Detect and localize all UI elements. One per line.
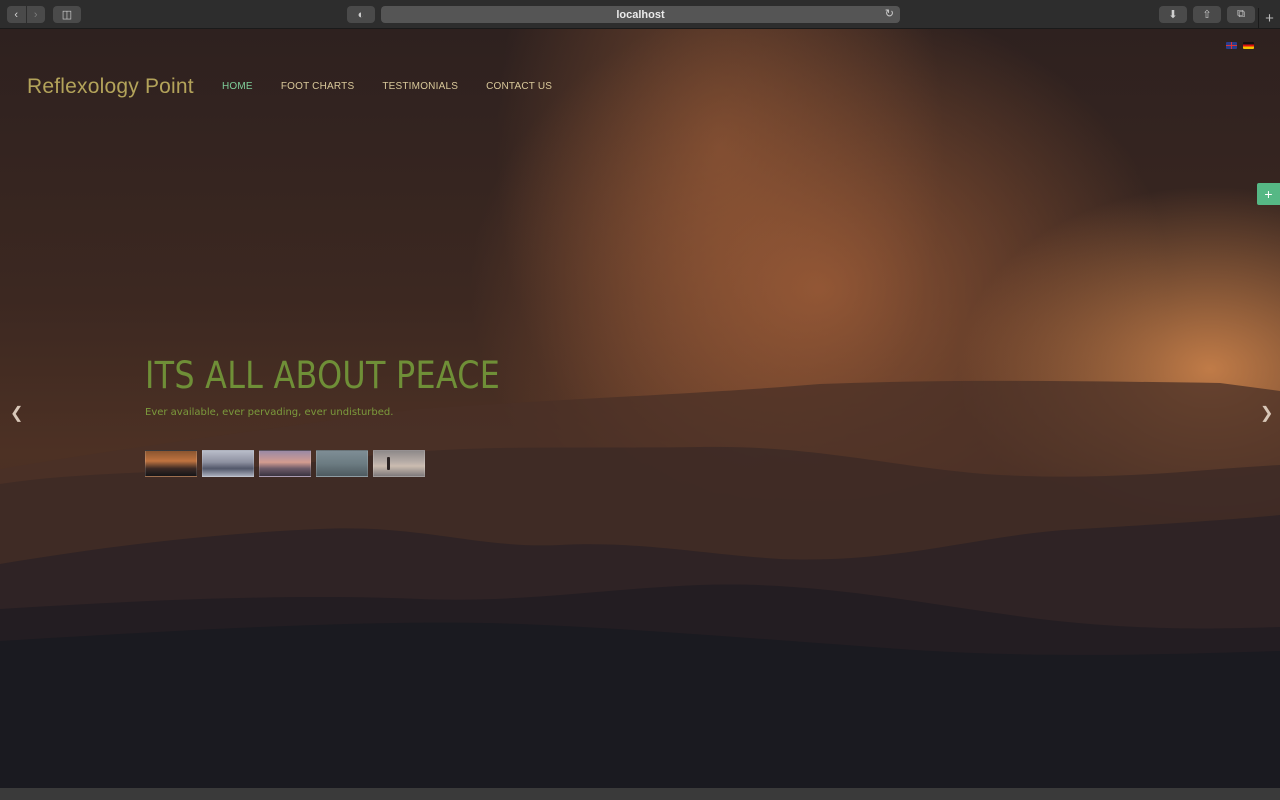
nav-contact-us[interactable]: CONTACT US [486, 81, 552, 92]
hero-subtitle: Ever available, ever pervading, ever und… [145, 407, 394, 418]
slider-prev-button[interactable]: ❮ [10, 403, 23, 423]
slide-thumbnail[interactable] [373, 450, 425, 477]
share-icon: ⇧ [1202, 9, 1212, 21]
plus-icon: + [1265, 10, 1274, 27]
nav-home[interactable]: HOME [222, 81, 253, 92]
chevron-left-icon: ❮ [10, 405, 24, 422]
slider-next-button[interactable]: ❯ [1260, 403, 1273, 423]
language-german-flag[interactable] [1243, 42, 1254, 49]
tabs-icon: ⧉ [1237, 8, 1245, 20]
slide-thumbnail[interactable] [316, 450, 368, 477]
slide-thumbnail[interactable] [145, 450, 197, 477]
download-icon: ⬇ [1168, 9, 1178, 21]
language-english-flag[interactable] [1226, 42, 1237, 49]
main-nav: HOME FOOT CHARTS TESTIMONIALS CONTACT US [222, 81, 552, 92]
sidebar-button[interactable]: ◫ [53, 6, 81, 23]
history-nav: ‹ › [7, 6, 45, 23]
sidebar-icon: ◫ [61, 9, 73, 21]
privacy-icon: ◐ [357, 8, 365, 21]
share-button[interactable]: ⇧ [1193, 6, 1221, 23]
url-text: localhost [616, 8, 665, 21]
back-button[interactable]: ‹ [7, 6, 26, 23]
address-bar[interactable]: localhost ↻ [381, 6, 900, 23]
nav-foot-charts[interactable]: FOOT CHARTS [281, 81, 355, 92]
plus-icon: + [1264, 186, 1273, 202]
site-logo[interactable]: Reflexology Point [27, 75, 194, 99]
nav-testimonials[interactable]: TESTIMONIALS [382, 81, 458, 92]
reload-icon[interactable]: ↻ [885, 7, 894, 20]
page-bottom-strip [0, 788, 1280, 800]
slide-thumbnail[interactable] [259, 450, 311, 477]
chevron-right-icon: ❯ [1260, 405, 1274, 422]
slider-thumbnails [145, 450, 425, 477]
hero-section: Reflexology Point HOME FOOT CHARTS TESTI… [0, 29, 1280, 800]
downloads-button[interactable]: ⬇ [1159, 6, 1187, 23]
tabs-overview-button[interactable]: ⧉ [1227, 6, 1255, 23]
forward-button[interactable]: › [25, 6, 46, 23]
side-panel-toggle-button[interactable]: + [1257, 183, 1280, 205]
slide-thumbnail[interactable] [202, 450, 254, 477]
privacy-button[interactable]: ◐ [347, 6, 375, 23]
browser-toolbar: ‹ › ◫ ◐ localhost ↻ ⬇ ⇧ ⧉ + [0, 0, 1280, 29]
new-tab-button[interactable]: + [1258, 8, 1280, 29]
hero-title: ITS ALL ABOUT PEACE [145, 354, 501, 397]
